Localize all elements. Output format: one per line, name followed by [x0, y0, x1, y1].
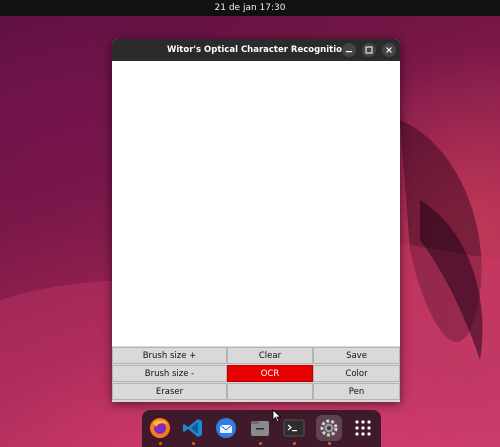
dock-item-settings[interactable] — [316, 415, 342, 441]
dock-item-firefox[interactable] — [147, 415, 173, 441]
maximize-button[interactable] — [362, 43, 376, 57]
drawing-canvas[interactable] — [112, 61, 400, 346]
controls-panel: Brush size + Clear Save Brush size - OCR… — [112, 346, 400, 402]
thunderbird-icon — [216, 418, 236, 438]
files-icon — [251, 421, 269, 436]
settings-icon — [320, 419, 338, 437]
close-icon — [386, 47, 392, 53]
cursor-icon — [272, 409, 282, 423]
minimize-icon — [346, 51, 352, 53]
terminal-icon — [283, 419, 305, 437]
top-bar: 21 de jan 17:30 — [0, 0, 500, 16]
dock-item-thunderbird[interactable] — [213, 415, 239, 441]
color-button[interactable]: Color — [313, 365, 400, 382]
brush-size-plus-button[interactable]: Brush size + — [112, 347, 227, 364]
maximize-icon — [365, 46, 373, 54]
minimize-button[interactable] — [342, 43, 356, 57]
title-bar[interactable]: Witor's Optical Character Recognition — [112, 39, 400, 61]
brush-size-minus-button[interactable]: Brush size - — [112, 365, 227, 382]
settings-running-indicator — [328, 442, 331, 445]
terminal-running-indicator — [293, 442, 296, 445]
dock-item-show-apps[interactable] — [350, 415, 376, 441]
firefox-running-indicator — [159, 442, 162, 445]
vscode-running-indicator — [192, 442, 195, 445]
close-button[interactable] — [382, 43, 396, 57]
files-running-indicator — [259, 442, 262, 445]
empty-cell — [227, 383, 313, 400]
pen-button[interactable]: Pen — [313, 383, 400, 400]
dock-item-files[interactable] — [247, 415, 273, 441]
clock[interactable]: 21 de jan 17:30 — [215, 3, 286, 13]
window-title: Witor's Optical Character Recognition — [167, 45, 349, 55]
ocr-button[interactable]: OCR — [227, 365, 313, 382]
save-button[interactable]: Save — [313, 347, 400, 364]
vscode-icon — [183, 419, 202, 437]
clear-button[interactable]: Clear — [227, 347, 313, 364]
dock — [142, 410, 381, 447]
firefox-icon — [150, 418, 170, 438]
dock-item-vscode[interactable] — [180, 415, 206, 441]
mouse-pointer — [272, 408, 282, 427]
dock-item-terminal[interactable] — [281, 415, 307, 441]
eraser-button[interactable]: Eraser — [112, 383, 227, 400]
ocr-app-window: Witor's Optical Character Recognition Br… — [112, 39, 400, 402]
app-grid-icon — [355, 420, 371, 436]
